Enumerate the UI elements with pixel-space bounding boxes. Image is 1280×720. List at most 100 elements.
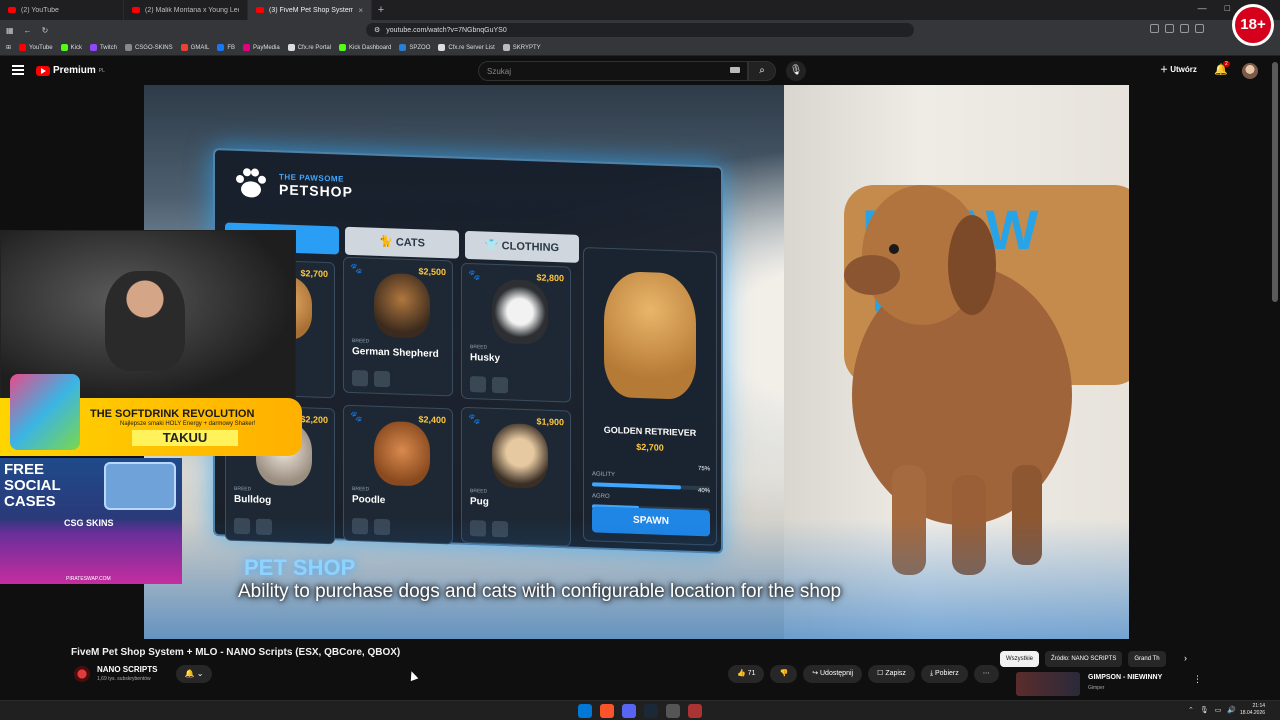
pet-detail-card: GOLDEN RETRIEVER $2,700 AGILITY 75% AGRO… bbox=[583, 247, 717, 546]
logo-text: Premium bbox=[53, 65, 96, 76]
download-button[interactable]: ⤓ Pobierz bbox=[920, 665, 968, 683]
microphone-icon[interactable]: 🎙 bbox=[1200, 706, 1209, 714]
bookmark-label: Kick Dashboard bbox=[349, 44, 392, 51]
extension-icon[interactable] bbox=[1195, 24, 1204, 33]
chip-source[interactable]: Źródło: NANO SCRIPTS bbox=[1045, 651, 1123, 667]
tab-clothing[interactable]: 👕 CLOTHING bbox=[465, 230, 579, 263]
account-avatar[interactable] bbox=[1242, 63, 1258, 79]
extension-icon[interactable] bbox=[1150, 24, 1159, 33]
dislike-button[interactable]: 👎 bbox=[770, 665, 798, 683]
apps-icon[interactable]: ⊞ bbox=[6, 44, 11, 51]
minimize-icon[interactable]: — bbox=[1198, 3, 1207, 13]
channel-name[interactable]: NANO SCRIPTS bbox=[97, 665, 157, 674]
bookmark-item[interactable]: CSGO-SKINS bbox=[124, 44, 173, 51]
bookmark-item[interactable]: YouTube bbox=[19, 44, 53, 51]
breed-label: BREED bbox=[352, 337, 370, 345]
tab-label: (3) FiveM Pet Shop System – bbox=[269, 6, 354, 14]
subscriber-count: 1,69 tys. subskrybentów bbox=[97, 676, 151, 682]
pet-card[interactable]: 🐾 $2,500 BREED German Shepherd bbox=[343, 256, 453, 397]
related-video-channel: Gimper bbox=[1088, 685, 1105, 691]
promo-title: THE SOFTDRINK REVOLUTION bbox=[90, 408, 255, 420]
search-input[interactable]: Szukaj bbox=[478, 61, 748, 81]
share-label: Udostępnij bbox=[820, 670, 854, 677]
mood-icon[interactable] bbox=[374, 370, 390, 388]
keyboard-icon[interactable] bbox=[730, 67, 740, 73]
obs-icon[interactable] bbox=[688, 704, 702, 718]
bookmark-item[interactable]: Twitch bbox=[89, 44, 117, 51]
chevron-up-icon[interactable]: ⌃ bbox=[1188, 706, 1194, 714]
chip-all[interactable]: Wszystkie bbox=[1000, 651, 1039, 667]
related-video-title[interactable]: GIMPSON - NIEWINNY bbox=[1088, 674, 1162, 681]
stat-value: 75% bbox=[697, 466, 710, 473]
cases-brand: CSG SKINS bbox=[64, 518, 114, 528]
tab-cats[interactable]: 🐈 CATS bbox=[345, 226, 459, 259]
golden-retriever-image bbox=[604, 270, 696, 400]
new-tab-button[interactable]: + bbox=[372, 4, 390, 16]
more-vertical-icon[interactable]: ⋮ bbox=[1193, 674, 1202, 685]
browser-tab[interactable]: (2) Malik Montana x Young Leosia - bbox=[124, 0, 248, 20]
video-title: FiveM Pet Shop System + MLO - NANO Scrip… bbox=[71, 647, 401, 658]
related-video-thumbnail[interactable] bbox=[1016, 672, 1080, 696]
bookmark-item[interactable]: Kick bbox=[60, 44, 82, 51]
create-label: Utwórz bbox=[1170, 65, 1197, 74]
network-icon[interactable]: ▭ bbox=[1215, 706, 1222, 714]
extensions-grid-icon[interactable]: ▦ bbox=[6, 26, 14, 35]
extension-icon[interactable] bbox=[1180, 24, 1189, 33]
subscription-bell-button[interactable]: 🔔 ⌄ bbox=[176, 665, 212, 683]
breed-label: BREED bbox=[470, 344, 488, 351]
maximize-icon[interactable]: □ bbox=[1225, 3, 1230, 13]
video-subtitle: Ability to purchase dogs and cats with c… bbox=[238, 581, 842, 602]
bookmark-item[interactable]: Kick Dashboard bbox=[339, 44, 391, 51]
terminal-icon[interactable] bbox=[666, 704, 680, 718]
bookmark-item[interactable]: SKRYPTY bbox=[502, 44, 541, 51]
like-button[interactable]: 👍 71 bbox=[728, 665, 765, 683]
bookmarks-bar: ⊞ YouTube Kick Twitch CSGO-SKINS GMAIL F… bbox=[0, 40, 1280, 56]
bookmark-item[interactable]: PayMedia bbox=[243, 44, 280, 51]
mood-icon[interactable] bbox=[492, 376, 508, 394]
bookmark-favicon-icon bbox=[287, 44, 295, 51]
chevron-right-icon[interactable]: › bbox=[1184, 653, 1187, 663]
microphone-icon[interactable]: 🎙 bbox=[786, 61, 806, 81]
bookmark-item[interactable]: SPZOO bbox=[399, 44, 430, 51]
browser-tab[interactable]: (2) YouTube bbox=[0, 0, 124, 20]
more-actions-button[interactable]: ⋯ bbox=[973, 665, 999, 683]
promo-code: TAKUU bbox=[132, 430, 238, 446]
promo-subtitle: Najlepsze smaki HOLY Energy + darmowy Sh… bbox=[120, 421, 256, 427]
brave-browser-icon[interactable] bbox=[600, 704, 614, 718]
menu-icon[interactable] bbox=[12, 65, 24, 75]
discord-icon[interactable] bbox=[622, 704, 636, 718]
extension-icon[interactable] bbox=[1165, 24, 1174, 33]
pet-name: Pug bbox=[470, 496, 489, 508]
browser-tab-active[interactable]: (3) FiveM Pet Shop System – × bbox=[248, 0, 372, 20]
url-bar[interactable]: ⚙ youtube.com/watch?v=7NGbnqGuYS0 bbox=[366, 23, 914, 37]
bookmark-favicon-icon bbox=[124, 44, 132, 51]
close-tab-icon[interactable]: × bbox=[358, 6, 363, 15]
create-button[interactable]: ＋ Utwórz bbox=[1160, 64, 1197, 75]
save-label: Zapisz bbox=[885, 670, 906, 677]
channel-avatar[interactable] bbox=[74, 666, 90, 682]
pet-card[interactable]: 🐾 $2,800 BREED Husky bbox=[461, 262, 571, 403]
stats-icon[interactable] bbox=[352, 369, 368, 387]
chip-grand-theft[interactable]: Grand Th bbox=[1128, 651, 1166, 667]
windows-start-icon[interactable] bbox=[578, 704, 592, 718]
bookmark-item[interactable]: FB bbox=[217, 44, 235, 51]
site-info-icon[interactable]: ⚙ bbox=[374, 26, 380, 34]
bookmark-item[interactable]: Cfx.re Server List bbox=[438, 44, 495, 51]
stats-icon[interactable] bbox=[470, 376, 486, 393]
reload-icon[interactable]: ↻ bbox=[42, 26, 49, 35]
like-count: 71 bbox=[747, 670, 756, 677]
volume-icon[interactable]: 🔊 bbox=[1227, 706, 1236, 714]
page-scrollbar[interactable] bbox=[1272, 62, 1278, 302]
bookmark-item[interactable]: Cfx.re Portal bbox=[287, 44, 331, 51]
pet-image bbox=[374, 420, 430, 487]
clock-time: 21:14 bbox=[1252, 703, 1266, 709]
taskbar-clock[interactable]: 21:14 18.04.2026 bbox=[1240, 703, 1265, 717]
back-icon[interactable]: ← bbox=[24, 26, 32, 35]
search-button[interactable]: ⌕ bbox=[748, 61, 776, 81]
youtube-logo[interactable]: Premium PL bbox=[36, 65, 105, 76]
bookmark-item[interactable]: GMAIL bbox=[180, 44, 209, 51]
pet-name: Poodle bbox=[352, 493, 386, 507]
steam-icon[interactable] bbox=[644, 704, 658, 718]
share-button[interactable]: ↪ Udostępnij bbox=[803, 665, 863, 683]
save-button[interactable]: ☐ Zapisz bbox=[868, 665, 915, 683]
